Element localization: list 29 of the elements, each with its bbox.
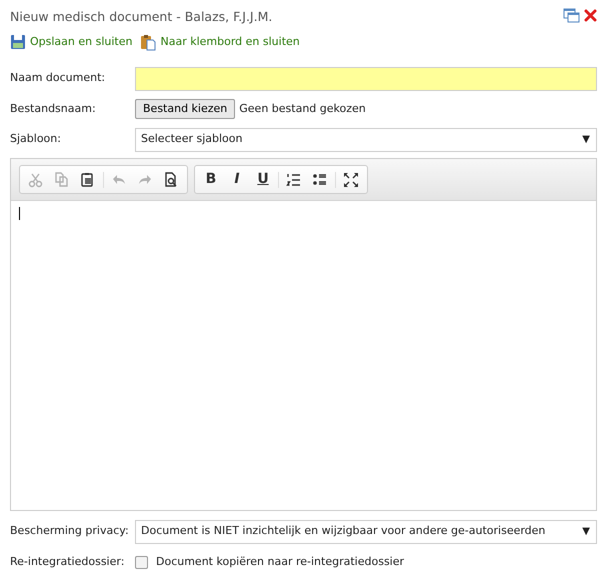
file-status: Geen bestand gekozen	[239, 100, 366, 117]
choose-file-button[interactable]: Bestand kiezen	[135, 98, 236, 120]
preview-icon	[163, 172, 179, 188]
close-icon[interactable]	[584, 9, 597, 22]
clipboard-icon	[140, 34, 156, 51]
checkbox-label: Document kopiëren naar re-integratiedossier	[156, 554, 404, 570]
copy-icon	[54, 172, 70, 188]
field-label: Naam document:	[10, 70, 106, 86]
numbered-list-icon	[286, 172, 302, 188]
field-label: Bestandsnaam:	[10, 100, 97, 117]
action-link[interactable]: Opslaan en sluiten	[10, 34, 132, 50]
template-select[interactable]: Selecteer sjabloon ▼	[135, 128, 597, 152]
text-cursor	[19, 207, 20, 220]
field-label: Bescherming privacy:	[10, 523, 130, 540]
window-title: Nieuw medisch document - Balazs, F.J.J.M.	[10, 8, 272, 26]
text-editor[interactable]: B I U	[10, 158, 597, 511]
field-label: Sjabloon:	[10, 131, 62, 148]
privacy-select[interactable]: Document is NIET inzichtelijk en wijzigbaar voor andere ge-autoriseerden ▼	[135, 520, 597, 544]
action-link[interactable]: Naar klembord en sluiten	[140, 34, 300, 51]
bullet-list-icon	[312, 172, 328, 188]
maximize-icon	[343, 172, 359, 188]
restore-icon[interactable]	[563, 8, 580, 23]
underline-button[interactable]: U	[250, 168, 276, 192]
italic-button[interactable]: I	[224, 168, 250, 192]
scissors-icon	[28, 172, 44, 188]
document-name-field[interactable]	[135, 66, 597, 90]
checkbox[interactable]	[135, 556, 148, 568]
bold-button[interactable]: B	[198, 168, 224, 192]
field-label: Re-integratiedossier:	[10, 554, 126, 570]
